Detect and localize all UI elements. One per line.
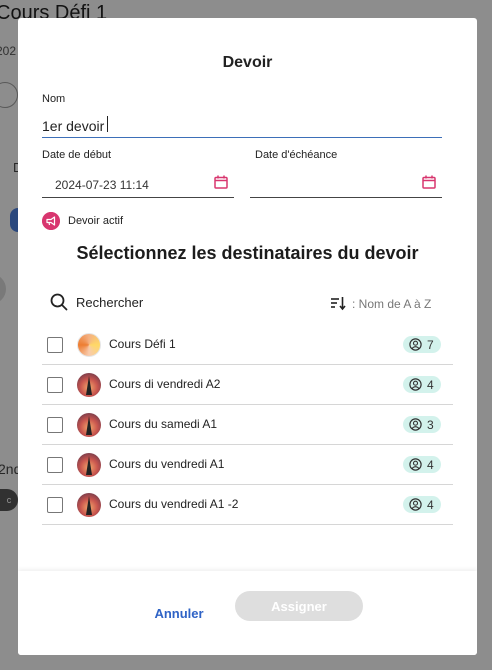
search-icon	[50, 293, 68, 311]
member-count: 3	[427, 418, 434, 432]
member-count-badge: 4	[403, 496, 441, 513]
member-count: 7	[427, 338, 434, 352]
sort-icon	[331, 297, 346, 311]
recipient-name: Cours du vendredi A1	[109, 457, 225, 471]
recipient-row[interactable]: Cours di vendredi A2 4	[42, 365, 453, 405]
recipient-checkbox[interactable]	[47, 377, 63, 393]
sort-label: : Nom de A à Z	[352, 297, 432, 311]
member-count-badge: 4	[403, 376, 441, 393]
user-circle-icon	[409, 458, 422, 471]
member-count: 4	[427, 378, 434, 392]
name-label: Nom	[42, 93, 66, 105]
recipient-name: Cours di vendredi A2	[109, 377, 221, 391]
recipient-row[interactable]: Cours du samedi A1 3	[42, 405, 453, 445]
megaphone-icon	[42, 212, 60, 230]
assignment-dialog: Devoir Nom Date de début 2024-07-23 11:1…	[18, 18, 477, 655]
start-date-label: Date de début	[42, 149, 112, 161]
course-avatar	[77, 493, 101, 517]
due-date-label: Date d'échéance	[255, 149, 338, 161]
recipient-row[interactable]: Cours du vendredi A1 4	[42, 445, 453, 485]
name-input[interactable]	[42, 114, 442, 138]
recipients-heading: Sélectionnez les destinataires du devoir	[76, 243, 419, 263]
dialog-title: Devoir	[222, 54, 273, 71]
recipient-checkbox[interactable]	[47, 417, 63, 433]
recipient-row[interactable]: Cours Défi 1 7	[42, 325, 453, 365]
assign-button[interactable]: Assigner	[235, 591, 363, 621]
recipient-row[interactable]: Cours du vendredi A1 -2 4	[42, 485, 453, 525]
text-cursor	[107, 116, 108, 132]
recipient-name: Cours du vendredi A1 -2	[109, 497, 239, 511]
calendar-icon[interactable]	[422, 175, 436, 189]
member-count-badge: 7	[403, 336, 441, 353]
recipient-checkbox[interactable]	[47, 457, 63, 473]
sort-control[interactable]: : Nom de A à Z	[330, 294, 442, 314]
course-avatar	[77, 373, 101, 397]
recipient-checkbox[interactable]	[47, 337, 63, 353]
member-count: 4	[427, 498, 434, 512]
cancel-button[interactable]: Annuler	[144, 598, 214, 628]
recipient-list: Cours Défi 1 7 Cours di vendredi A2 4 Co…	[42, 325, 453, 525]
recipient-checkbox[interactable]	[47, 497, 63, 513]
course-avatar	[77, 413, 101, 437]
member-count-badge: 3	[403, 416, 441, 433]
recipient-name: Cours Défi 1	[109, 337, 176, 351]
user-circle-icon	[409, 338, 422, 351]
course-avatar	[77, 333, 101, 357]
member-count-badge: 4	[403, 456, 441, 473]
user-circle-icon	[409, 498, 422, 511]
active-label: Devoir actif	[68, 215, 124, 227]
member-count: 4	[427, 458, 434, 472]
due-date-field[interactable]	[250, 172, 442, 198]
user-circle-icon	[409, 418, 422, 431]
recipient-name: Cours du samedi A1	[109, 417, 218, 431]
user-circle-icon	[409, 378, 422, 391]
course-avatar	[77, 453, 101, 477]
start-date-field[interactable]: 2024-07-23 11:14	[42, 172, 234, 198]
search-label: Rechercher	[76, 295, 144, 310]
start-date-value: 2024-07-23 11:14	[55, 178, 149, 192]
calendar-icon[interactable]	[214, 175, 228, 189]
dialog-footer: Annuler Assigner	[18, 571, 477, 655]
